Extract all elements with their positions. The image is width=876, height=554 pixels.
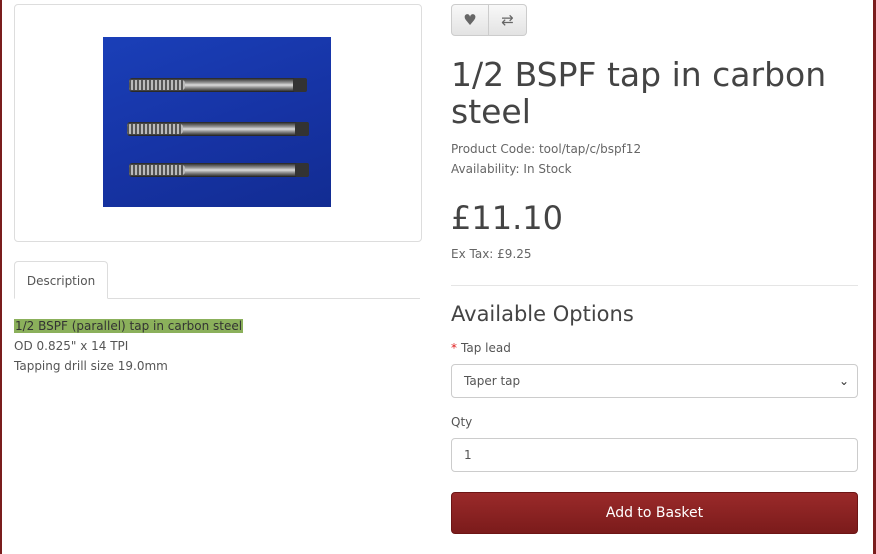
availability-value: In Stock xyxy=(523,162,572,176)
product-photo[interactable] xyxy=(103,37,331,207)
product-price: £11.10 xyxy=(451,199,563,237)
product-title: 1/2 BSPF tap in carbon steel xyxy=(451,55,827,131)
product-action-buttons: ♥ ⇄ xyxy=(451,4,527,36)
add-to-basket-button[interactable]: Add to Basket xyxy=(451,492,858,534)
tap-lead-select[interactable]: Taper tap ⌄ xyxy=(451,364,858,398)
product-code-label: Product Code: xyxy=(451,142,536,156)
ex-tax-label: Ex Tax: xyxy=(451,247,494,261)
product-code: Product Code: tool/tap/c/bspf12 xyxy=(451,142,641,156)
product-code-value: tool/tap/c/bspf12 xyxy=(538,142,642,156)
heart-icon: ♥ xyxy=(463,11,477,29)
qty-value: 1 xyxy=(464,448,472,462)
tap-image-3 xyxy=(129,163,309,177)
product-image-container[interactable] xyxy=(14,4,422,242)
compare-icon: ⇄ xyxy=(501,11,514,29)
availability-label: Availability: xyxy=(451,162,520,176)
required-marker: * xyxy=(451,341,457,355)
tap-lead-label: * Tap lead xyxy=(451,341,511,355)
compare-button[interactable]: ⇄ xyxy=(489,4,527,36)
ex-tax-price: Ex Tax: £9.25 xyxy=(451,247,532,261)
description-line-3: Tapping drill size 19.0mm xyxy=(14,359,168,373)
description-line-1: 1/2 BSPF (parallel) tap in carbon steel xyxy=(14,319,244,333)
divider xyxy=(451,285,858,286)
options-title: Available Options xyxy=(451,302,634,326)
tab-description[interactable]: Description xyxy=(14,261,108,299)
tap-lead-selected-value: Taper tap xyxy=(464,374,521,388)
chevron-down-icon: ⌄ xyxy=(838,374,849,388)
tap-image-2 xyxy=(127,122,309,136)
qty-input[interactable]: 1 xyxy=(451,438,858,472)
wishlist-button[interactable]: ♥ xyxy=(451,4,489,36)
availability: Availability: In Stock xyxy=(451,162,572,176)
ex-tax-value: £9.25 xyxy=(497,247,532,261)
description-content: 1/2 BSPF (parallel) tap in carbon steel … xyxy=(14,316,244,376)
tap-image-1 xyxy=(129,78,307,92)
description-line-2: OD 0.825" x 14 TPI xyxy=(14,339,129,353)
page-border-left xyxy=(0,0,2,554)
tap-lead-label-text: Tap lead xyxy=(461,341,511,355)
qty-label: Qty xyxy=(451,415,473,429)
